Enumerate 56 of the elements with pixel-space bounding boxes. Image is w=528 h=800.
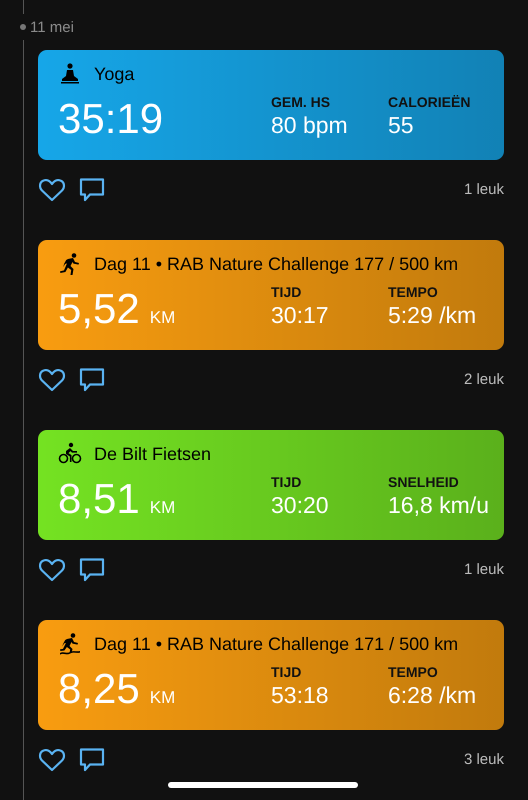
stat-value: 80 bpm — [271, 112, 348, 139]
main-value: 8,51 — [58, 478, 140, 520]
activity-card[interactable]: Yoga 35:19 GEM. HS 80 bpm CALORIEËN 55 — [38, 50, 504, 160]
heart-icon — [38, 367, 66, 393]
activity-title: Dag 11 • RAB Nature Challenge 171 / 500 km — [94, 634, 458, 654]
timeline-dot-icon — [20, 24, 26, 30]
heart-icon — [38, 557, 66, 583]
stat-label: TIJD — [271, 284, 302, 300]
stat-label: TIJD — [271, 664, 302, 680]
likes-count: 2 leuk — [464, 370, 504, 388]
stat-label: TEMPO — [388, 664, 438, 680]
speech-bubble-icon — [78, 557, 106, 583]
likes-count: 3 leuk — [464, 750, 504, 768]
activity-title: Yoga — [94, 64, 134, 84]
trail-runner-icon — [58, 632, 82, 656]
stat-value: 16,8 km/u — [388, 492, 489, 519]
activity-card[interactable]: De Bilt Fietsen 8,51 KM TIJD 30:20 SNELHEID 16,8 km/u — [38, 430, 504, 540]
stat-label: TIJD — [271, 474, 302, 490]
comment-button[interactable] — [78, 747, 106, 773]
stat-label: SNELHEID — [388, 474, 459, 490]
unit-label: KM — [150, 308, 176, 328]
stat-value: 30:20 — [271, 492, 329, 519]
runner-icon — [58, 252, 82, 276]
like-button[interactable] — [38, 177, 66, 203]
comment-button[interactable] — [78, 367, 106, 393]
activity-card[interactable]: Dag 11 • RAB Nature Challenge 171 / 500 km 8,25 KM TIJD 53:18 TEMPO 6:28 /km — [38, 620, 504, 730]
heart-icon — [38, 177, 66, 203]
main-value: 35:19 — [58, 98, 164, 140]
likes-count: 1 leuk — [464, 560, 504, 578]
stat-value: 53:18 — [271, 682, 329, 709]
activity-card[interactable]: Dag 11 • RAB Nature Challenge 177 / 500 km 5,52 KM TIJD 30:17 TEMPO 5:29 /km — [38, 240, 504, 350]
unit-label: KM — [150, 498, 176, 518]
stat-label: CALORIEËN — [388, 94, 470, 110]
like-button[interactable] — [38, 557, 66, 583]
comment-button[interactable] — [78, 557, 106, 583]
likes-count: 1 leuk — [464, 180, 504, 198]
stat-label: TEMPO — [388, 284, 438, 300]
stat-value: 55 — [388, 112, 414, 139]
speech-bubble-icon — [78, 177, 106, 203]
like-button[interactable] — [38, 747, 66, 773]
stat-value: 6:28 /km — [388, 682, 476, 709]
speech-bubble-icon — [78, 367, 106, 393]
main-value: 8,25 — [58, 668, 140, 710]
date-label: 11 mei — [30, 18, 74, 36]
unit-label: KM — [150, 688, 176, 708]
activity-title: Dag 11 • RAB Nature Challenge 177 / 500 km — [94, 254, 458, 274]
cyclist-icon — [58, 442, 82, 466]
speech-bubble-icon — [78, 747, 106, 773]
stat-value: 5:29 /km — [388, 302, 476, 329]
heart-icon — [38, 747, 66, 773]
activity-title: De Bilt Fietsen — [94, 444, 212, 464]
stat-value: 30:17 — [271, 302, 329, 329]
stat-label: GEM. HS — [271, 94, 330, 110]
comment-button[interactable] — [78, 177, 106, 203]
main-value: 5,52 — [58, 288, 140, 330]
like-button[interactable] — [38, 367, 66, 393]
